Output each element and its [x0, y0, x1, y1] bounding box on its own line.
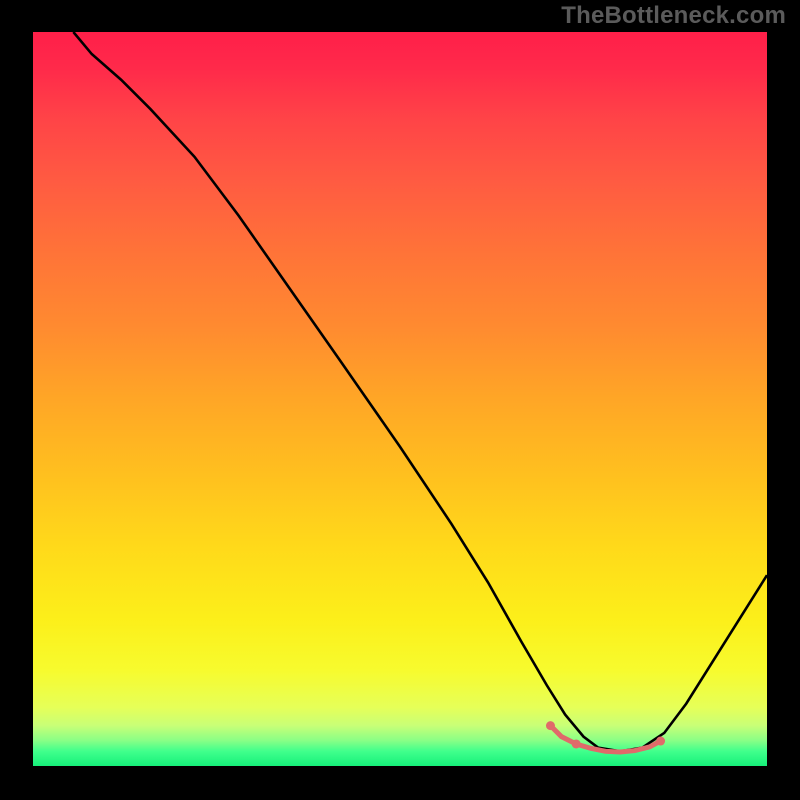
chart-container: TheBottleneck.com [0, 0, 800, 800]
optimal-dot [572, 739, 581, 748]
main-curve [73, 32, 767, 751]
plot-area [33, 32, 767, 766]
optimal-dot [546, 721, 555, 730]
watermark-text: TheBottleneck.com [561, 2, 786, 30]
optimal-dot [656, 737, 665, 746]
curve-layer [33, 32, 767, 766]
